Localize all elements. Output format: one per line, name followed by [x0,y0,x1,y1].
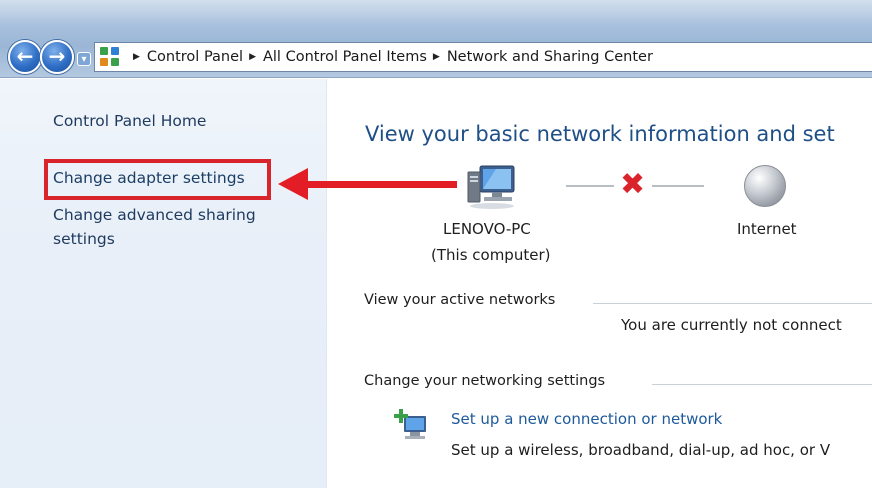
connection-line-right [652,185,704,187]
network-setup-icon [394,409,426,439]
annotation-arrow-head [278,168,308,200]
sidebar-item-change-advanced-sharing[interactable]: Change advanced sharing [53,206,256,224]
breadcrumb-control-panel[interactable]: Control Panel [147,49,243,65]
setup-description: Set up a wireless, broadband, dial-up, a… [451,441,831,459]
sidebar: Control Panel Home Change adapter settin… [0,79,327,488]
chevron-right-icon[interactable]: ▶ [433,52,440,62]
networking-settings-heading: Change your networking settings [364,373,606,389]
breadcrumb[interactable]: ▶ Control Panel ▶ All Control Panel Item… [94,42,872,72]
active-networks-heading: View your active networks [364,292,556,308]
sidebar-item-change-advanced-sharing-cont[interactable]: settings [53,230,115,248]
forward-icon: → [48,44,66,68]
chevron-right-icon[interactable]: ▶ [249,52,256,62]
computer-subtitle-label: (This computer) [431,246,551,264]
forward-button[interactable]: → [40,40,74,74]
breadcrumb-all-items[interactable]: All Control Panel Items [263,49,427,65]
recent-pages-dropdown[interactable]: ▾ [77,52,91,66]
title-bar-sheen [0,0,872,26]
control-panel-icon [99,46,121,68]
setup-new-connection-link[interactable]: Set up a new connection or network [451,410,722,428]
chevron-right-icon[interactable]: ▶ [133,52,140,62]
computer-icon [467,165,515,209]
address-bar: ← → ▾ ▶ Control Panel ▶ All Control Pane… [0,0,872,78]
x-icon: ✖ [620,167,646,202]
connection-line-left [566,185,614,187]
networking-settings-divider [652,384,872,385]
globe-icon [744,165,786,207]
connection-status-text: You are currently not connect [621,316,842,334]
breadcrumb-network-sharing[interactable]: Network and Sharing Center [447,49,653,65]
annotation-arrow-shaft [305,181,457,188]
highlight-box [44,159,271,200]
computer-name-label: LENOVO-PC [443,220,531,238]
internet-label: Internet [737,220,797,238]
back-button[interactable]: ← [8,40,42,74]
back-icon: ← [16,44,34,68]
sidebar-item-control-panel-home[interactable]: Control Panel Home [53,112,206,130]
active-networks-divider [593,303,872,304]
page-title: View your basic network information and … [365,122,835,146]
